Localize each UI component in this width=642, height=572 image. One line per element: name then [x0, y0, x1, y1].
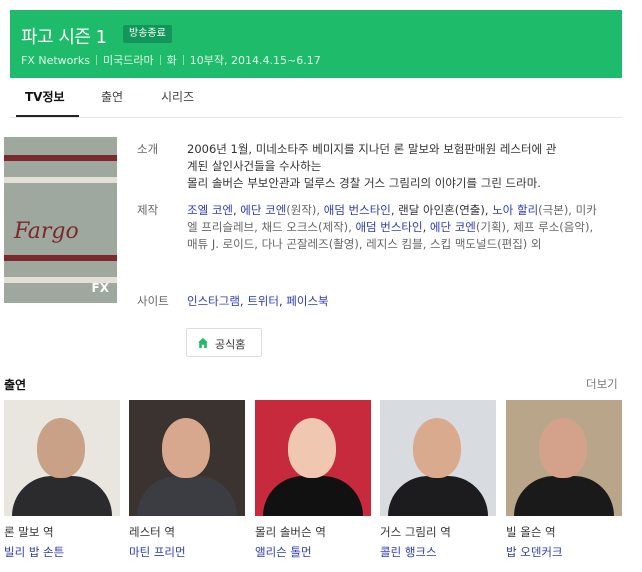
credit-link[interactable]: 에단 코엔 [430, 220, 476, 234]
cast-role: 거스 그림리 역 [380, 525, 451, 539]
cast-name-link[interactable]: 빌리 밥 손튼 [4, 544, 64, 560]
cast-photo-body [263, 476, 363, 516]
credit-link[interactable]: 애덤 번스타인 [355, 220, 422, 234]
production-label: 제작 [137, 203, 159, 217]
cast-section-title: 출연 [4, 378, 27, 392]
cast-role: 레스터 역 [129, 525, 175, 539]
site-label: 사이트 [137, 294, 169, 308]
official-home-button[interactable]: 공식홈 [186, 328, 262, 357]
cast-card[interactable]: 레스터 역마틴 프리먼 [129, 400, 245, 559]
credit-link[interactable]: 애덤 번스타인 [324, 203, 391, 217]
synopsis-label: 소개 [137, 142, 159, 156]
divider [96, 55, 98, 65]
credit-link[interactable]: 에단 코엔 [240, 203, 286, 217]
tab-cast[interactable]: 출연 [101, 88, 123, 105]
instagram-link[interactable]: 인스타그램 [187, 294, 240, 308]
tab-tv-info[interactable]: TV정보 [25, 88, 65, 105]
cast-photo[interactable] [4, 400, 120, 516]
production-credits: 조엘 코엔, 에단 코엔(원작), 애덤 번스타인, 랜달 아인혼(연출), 노… [187, 203, 597, 251]
cast-photo-body [137, 476, 237, 516]
synopsis-text: 2006년 1월, 미네소타주 베미지를 지나던 론 말보와 보험판매원 레스터… [187, 141, 599, 192]
cast-role: 빌 올슨 역 [506, 525, 556, 539]
cast-photo-head [37, 418, 85, 478]
official-home-label: 공식홈 [215, 338, 246, 351]
cast-card[interactable]: 론 말보 역빌리 밥 손튼 [4, 400, 120, 559]
credit-link[interactable]: 노아 할리 [492, 203, 538, 217]
credit-text: (원작), [286, 203, 324, 217]
cast-role: 몰리 솔버슨 역 [255, 525, 326, 539]
synopsis-line: 계된 살인사건들을 수사하는 [187, 159, 322, 173]
cast-name-link[interactable]: 앨리슨 톨먼 [255, 544, 312, 560]
tab-bar: TV정보 출연 시리즈 [10, 78, 622, 118]
header-meta: FX Networks 미국드라마 화 10부작, 2014.4.15~6.17 [21, 52, 321, 68]
more-link[interactable]: 더보기 [586, 376, 618, 392]
cast-photo-head [539, 418, 587, 478]
cast-name-link[interactable]: 콜린 행크스 [380, 544, 437, 560]
tab-series[interactable]: 시리즈 [161, 88, 194, 105]
cast-photo-body [514, 476, 614, 516]
genre-text: 미국드라마 [103, 54, 154, 67]
cast-card[interactable]: 빌 올슨 역밥 오덴커크 [506, 400, 622, 559]
status-badge: 방송종료 [123, 25, 172, 43]
credit-link[interactable]: 조엘 코엔 [187, 203, 233, 217]
page-title: 파고 시즌 1 [21, 27, 107, 48]
cast-photo[interactable] [506, 400, 622, 516]
poster-image[interactable]: Fargo FX [4, 137, 117, 303]
air-day-text: 화 [166, 54, 177, 67]
cast-photo-head [413, 418, 461, 478]
poster-network-mark: FX [91, 281, 109, 295]
divider [182, 55, 184, 65]
cast-photo-head [162, 418, 210, 478]
active-tab-indicator [16, 115, 79, 117]
poster-band [4, 155, 117, 161]
divider [159, 55, 161, 65]
cast-photo-head [288, 418, 336, 478]
credit-text: , 랜달 아인혼(연출), [390, 203, 493, 217]
cast-photo-body [12, 476, 112, 516]
cast-card[interactable]: 몰리 솔버슨 역앨리슨 톨먼 [255, 400, 371, 559]
facebook-link[interactable]: 페이스북 [286, 294, 328, 308]
synopsis-line: 몰리 솔버슨 부보안관과 덜루스 경찰 거스 그림리의 이야기를 그린 드라마. [187, 176, 541, 190]
poster-band [4, 177, 117, 183]
cast-photo[interactable] [380, 400, 496, 516]
poster-logo: Fargo [14, 219, 79, 244]
cast-photo[interactable] [129, 400, 245, 516]
network-link[interactable]: FX Networks [21, 54, 90, 67]
synopsis-line: 2006년 1월, 미네소타주 베미지를 지나던 론 말보와 보험판매원 레스터… [187, 142, 557, 156]
cast-role: 론 말보 역 [4, 525, 54, 539]
header-bar: 파고 시즌 1 방송종료 FX Networks 미국드라마 화 10부작, 2014… [10, 10, 622, 78]
home-icon [198, 338, 208, 348]
cast-photo[interactable] [255, 400, 371, 516]
twitter-link[interactable]: 트위터 [247, 294, 279, 308]
episodes-dates-text: 10부작, 2014.4.15~6.17 [189, 54, 321, 67]
cast-card[interactable]: 거스 그림리 역콜린 행크스 [380, 400, 496, 559]
cast-name-link[interactable]: 밥 오덴커크 [506, 544, 563, 560]
site-links: 인스타그램, 트위터, 페이스북 [187, 294, 329, 308]
cast-name-link[interactable]: 마틴 프리먼 [129, 544, 186, 560]
poster-band [4, 255, 117, 261]
cast-photo-body [388, 476, 488, 516]
